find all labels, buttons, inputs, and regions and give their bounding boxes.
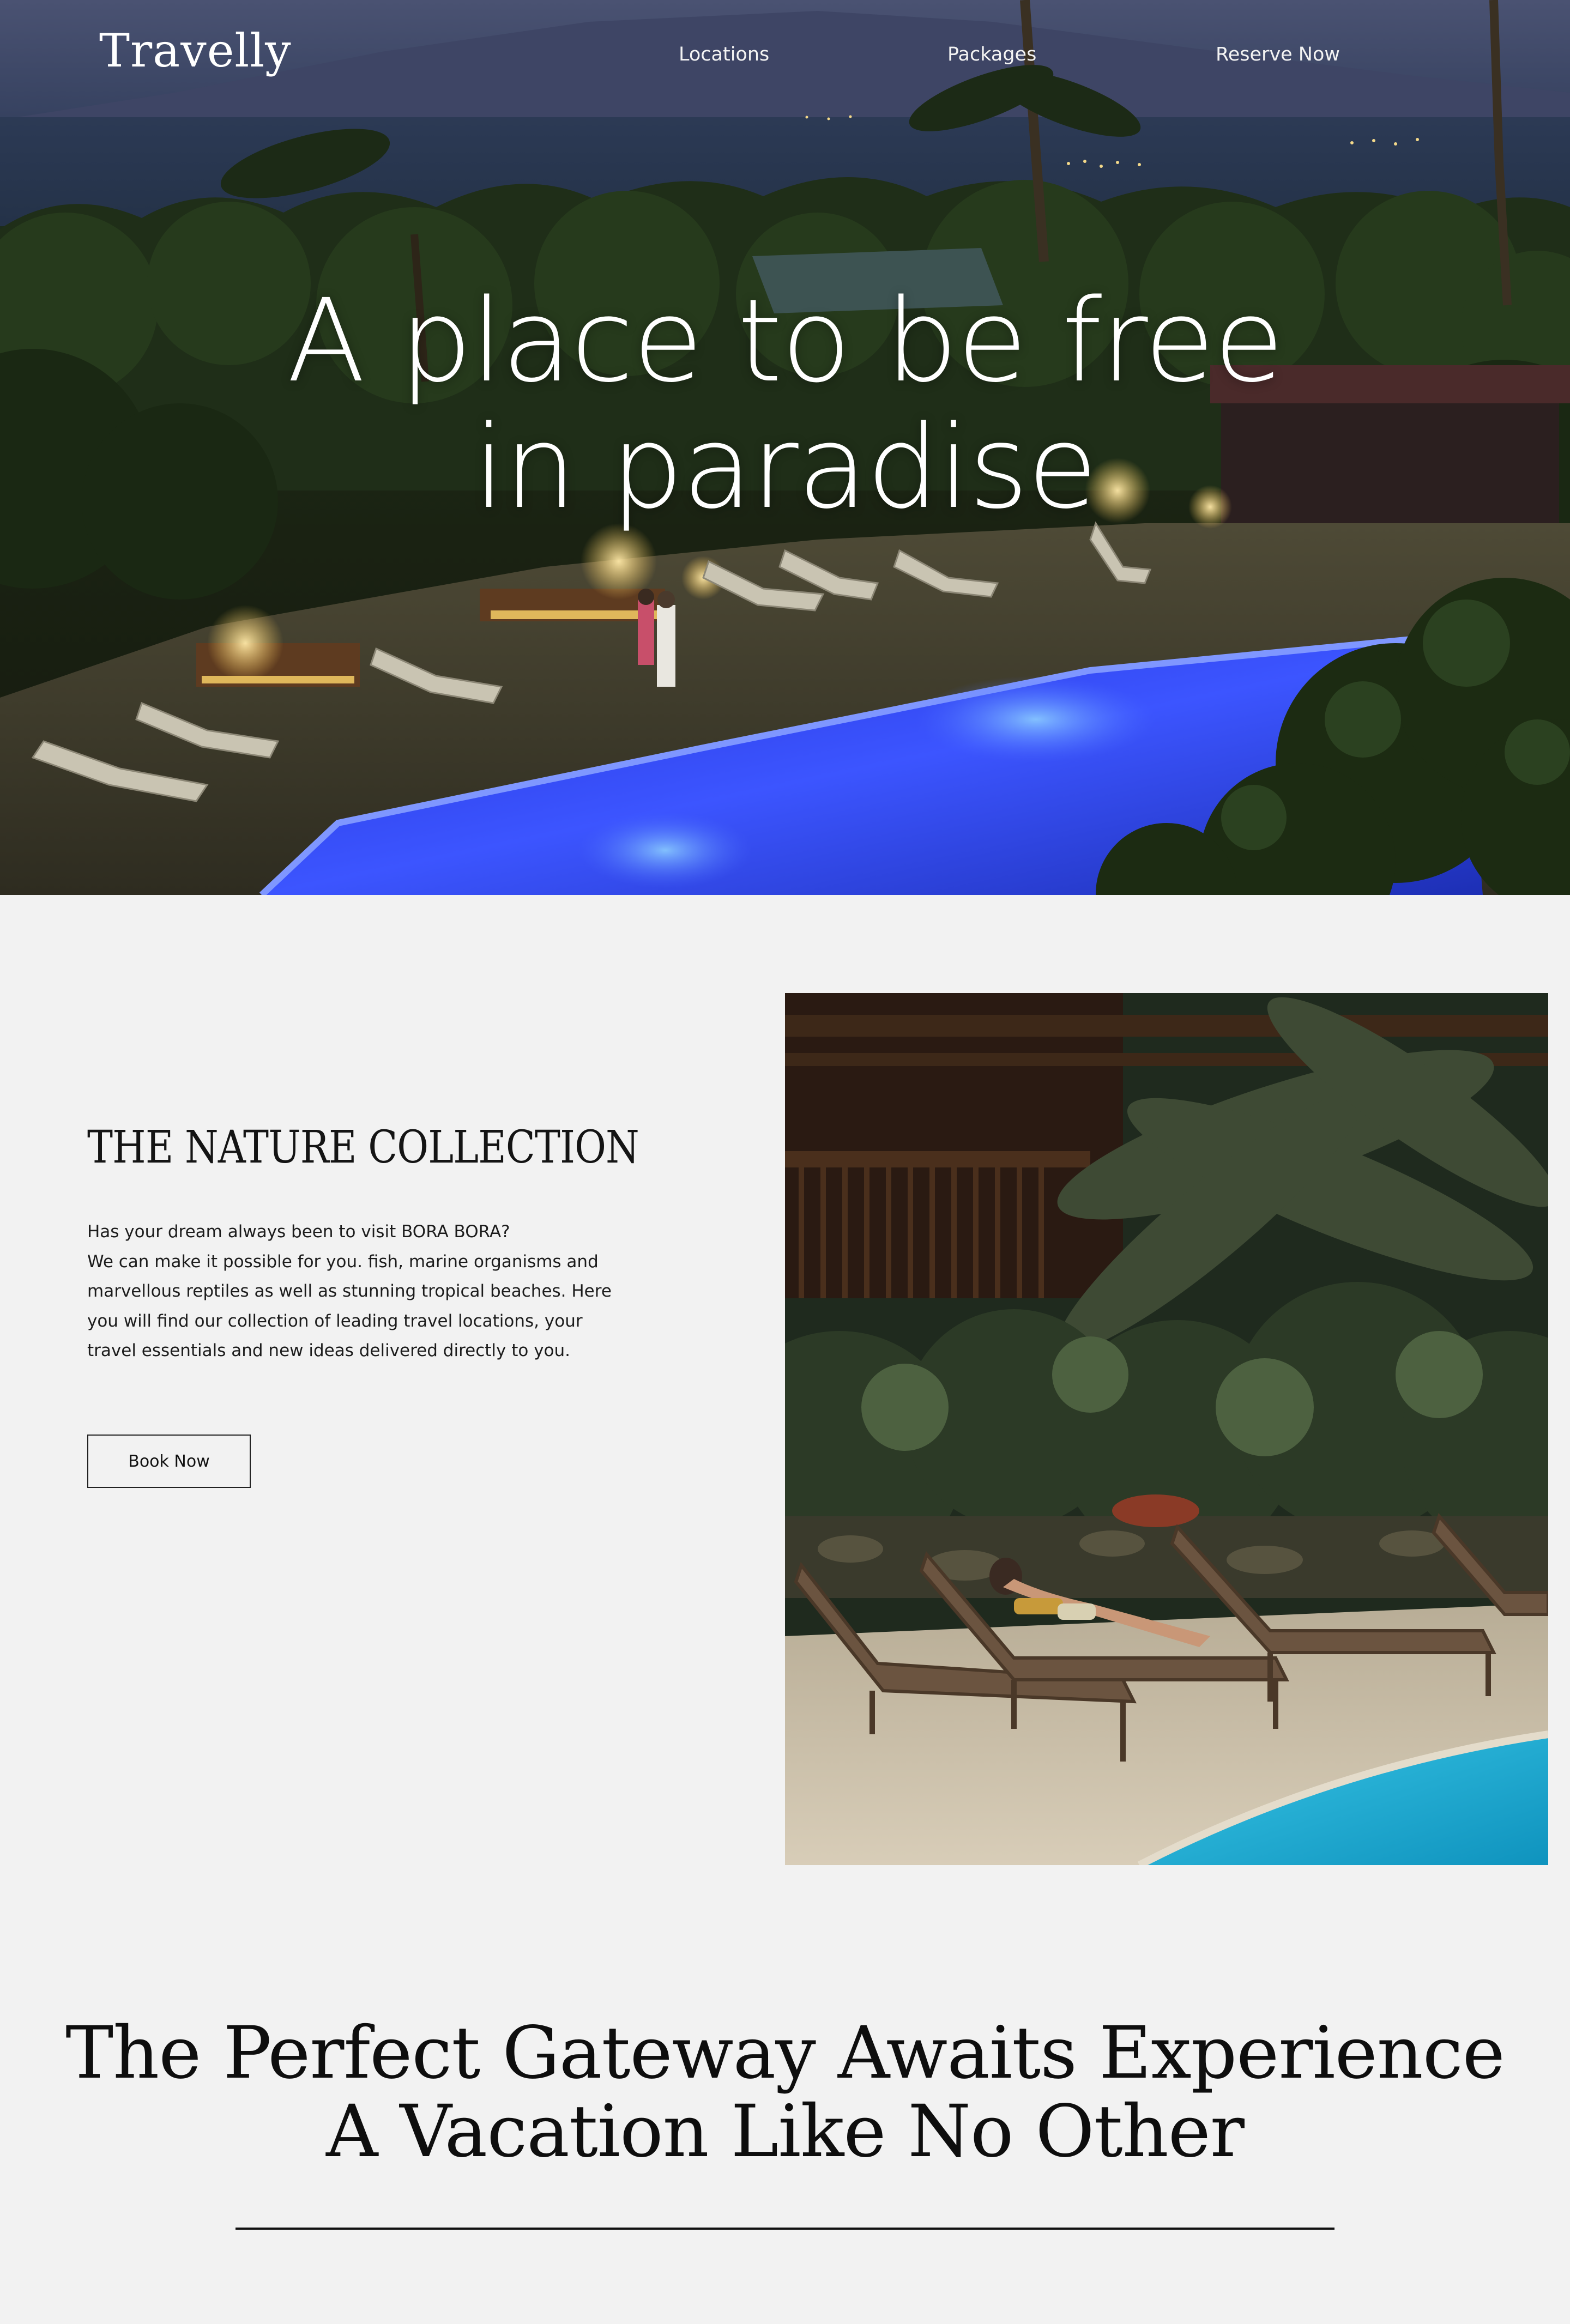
logo[interactable]: Travelly <box>99 24 292 77</box>
section-divider <box>235 2228 1334 2230</box>
poolside-lounger-photo <box>785 993 1548 1865</box>
collection-description-line: you will find our collection of leading … <box>87 1311 583 1331</box>
gateway-title: The Perfect Gateway Awaits Experience A … <box>0 2014 1570 2171</box>
nav-link-locations[interactable]: Locations <box>679 44 769 65</box>
hero-section: Travelly Locations Packages Reserve Now … <box>0 0 1570 895</box>
collection-title: THE NATURE COLLECTION <box>87 1122 639 1173</box>
hero-title: A place to be free in paradise <box>0 278 1570 531</box>
collection-description-line: travel essentials and new ideas delivere… <box>87 1341 571 1360</box>
collection-description-line: Has your dream always been to visit BORA… <box>87 1222 510 1242</box>
collection-description: Has your dream always been to visit BORA… <box>87 1217 638 1366</box>
gateway-title-line-1: The Perfect Gateway Awaits Experience <box>65 2011 1505 2095</box>
nav-link-reserve-now[interactable]: Reserve Now <box>1216 44 1340 65</box>
gateway-title-line-2: A Vacation Like No Other <box>326 2090 1245 2174</box>
nav-link-packages[interactable]: Packages <box>947 44 1036 65</box>
collection-description-line: marvellous reptiles as well as stunning … <box>87 1281 612 1301</box>
collection-photo <box>785 993 1548 1865</box>
site-header: Travelly Locations Packages Reserve Now <box>0 0 1570 109</box>
hero-title-line-2: in paradise <box>473 401 1097 534</box>
book-now-button[interactable]: Book Now <box>87 1435 251 1488</box>
collection-description-line: We can make it possible for you. fish, m… <box>87 1251 599 1272</box>
hero-title-line-1: A place to be free <box>287 274 1284 408</box>
